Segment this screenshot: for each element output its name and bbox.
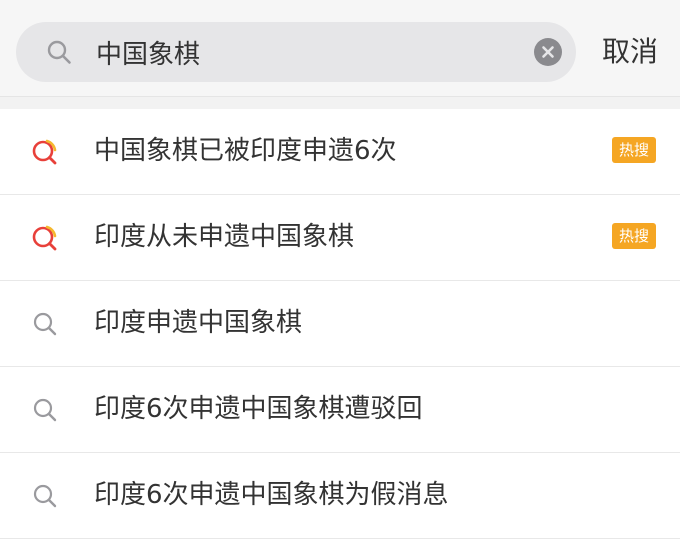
suggestion-item[interactable]: 印度6次申遗中国象棋为假消息 (0, 453, 680, 539)
search-input[interactable] (96, 22, 536, 82)
cancel-button[interactable]: 取消 (602, 22, 658, 82)
suggestion-text: 印度从未申遗中国象棋 (94, 222, 355, 252)
section-divider (0, 96, 680, 109)
clear-search-button[interactable] (534, 38, 562, 66)
hot-badge: 热搜 (612, 223, 656, 249)
suggestion-item[interactable]: 印度6次申遗中国象棋遭驳回 (0, 367, 680, 453)
search-icon (33, 398, 57, 422)
search-icon (47, 40, 71, 64)
search-header: 取消 (0, 0, 680, 96)
suggestion-item[interactable]: 印度从未申遗中国象棋 热搜 (0, 195, 680, 281)
search-icon (33, 312, 57, 336)
close-icon (542, 46, 554, 58)
suggestion-text: 印度申遗中国象棋 (94, 308, 303, 338)
hot-search-icon (32, 225, 57, 251)
hot-search-icon (32, 139, 57, 165)
suggestion-text: 印度6次申遗中国象棋为假消息 (94, 480, 449, 510)
hot-badge: 热搜 (612, 137, 656, 163)
suggestion-text: 印度6次申遗中国象棋遭驳回 (94, 394, 423, 424)
suggestion-text: 中国象棋已被印度申遗6次 (94, 136, 397, 166)
suggestion-list: 中国象棋已被印度申遗6次 热搜 印度从未申遗中国象棋 热搜 印度申遗中国象棋 印… (0, 109, 680, 539)
search-bar[interactable] (16, 22, 576, 82)
suggestion-item[interactable]: 印度申遗中国象棋 (0, 281, 680, 367)
search-icon (33, 484, 57, 508)
suggestion-item[interactable]: 中国象棋已被印度申遗6次 热搜 (0, 109, 680, 195)
